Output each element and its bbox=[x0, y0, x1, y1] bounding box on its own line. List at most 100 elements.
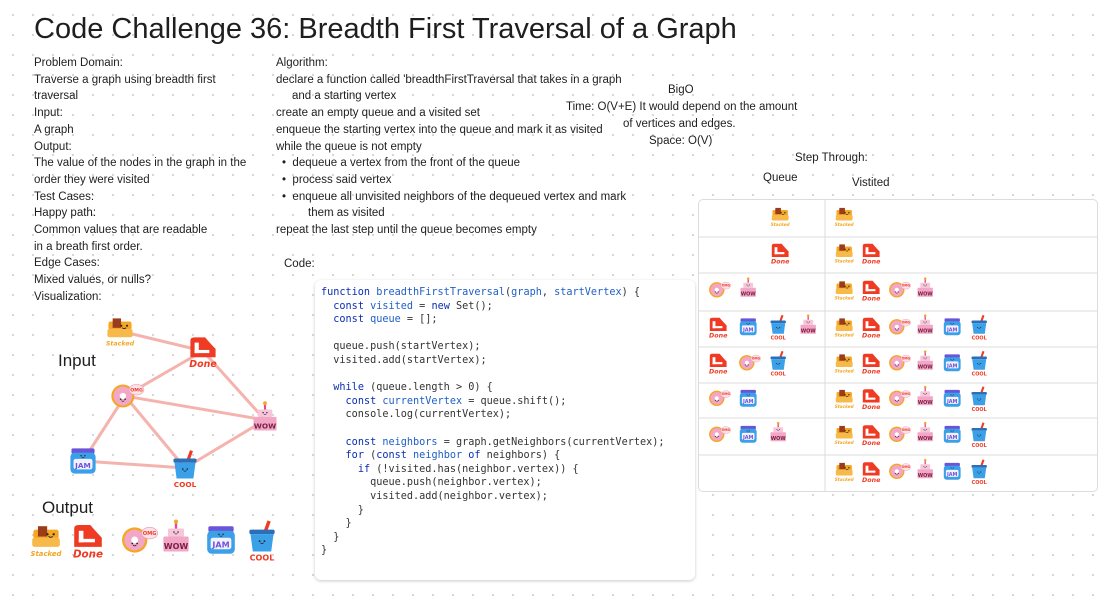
code-line: } bbox=[321, 504, 364, 516]
cool-icon: COOL bbox=[971, 314, 987, 341]
omg-icon: OMG bbox=[889, 318, 912, 335]
svg-text:Done: Done bbox=[862, 404, 881, 411]
stacked-icon: Stacked bbox=[835, 425, 855, 445]
stacked-icon: Stacked bbox=[31, 526, 62, 558]
svg-text:WOW: WOW bbox=[918, 328, 934, 334]
svg-text:JAM: JAM bbox=[946, 399, 958, 405]
svg-text:JAM: JAM bbox=[742, 435, 754, 441]
svg-text:COOL: COOL bbox=[771, 335, 786, 341]
omg-icon: OMG bbox=[709, 281, 732, 298]
algorithm-heading: Algorithm: bbox=[276, 57, 328, 69]
stacked-icon: Stacked bbox=[771, 207, 791, 227]
svg-text:COOL: COOL bbox=[250, 554, 275, 563]
step-row: Done JAM COOL WOW Stacked Done OMG WOW JAM COOL bbox=[709, 314, 987, 341]
svg-text:WOW: WOW bbox=[918, 364, 934, 370]
stacked-icon: Stacked bbox=[835, 244, 855, 264]
svg-text:COOL: COOL bbox=[771, 371, 786, 377]
graph-edge bbox=[123, 395, 187, 469]
svg-text:Stacked: Stacked bbox=[835, 333, 855, 338]
done-icon: Done bbox=[862, 462, 881, 484]
wow-icon: WOW bbox=[163, 519, 189, 552]
algorithm-bullet: • enqueue all unvisited neighbors of the… bbox=[282, 190, 627, 203]
svg-text:COOL: COOL bbox=[972, 407, 987, 413]
algorithm-bullet: • process said vertex bbox=[282, 173, 392, 186]
bigo-heading: BigO bbox=[668, 84, 694, 96]
step-row: Done OMG COOL Stacked Done OMG WOW JAM COOL bbox=[709, 350, 987, 377]
svg-text:JAM: JAM bbox=[946, 435, 958, 441]
step-row: Stacked Done OMG WOW JAM COOL bbox=[835, 458, 987, 486]
svg-text:Stacked: Stacked bbox=[835, 259, 855, 264]
code-line: queue.push(neighbor.vertex); bbox=[321, 477, 542, 489]
code-line: } bbox=[321, 518, 352, 530]
svg-text:OMG: OMG bbox=[902, 284, 911, 288]
code-line: const queue = []; bbox=[333, 314, 438, 326]
svg-text:OMG: OMG bbox=[722, 392, 731, 396]
code-line: const currentVertex = queue.shift(); bbox=[345, 395, 567, 407]
svg-text:WOW: WOW bbox=[918, 436, 934, 442]
svg-text:WOW: WOW bbox=[918, 473, 934, 479]
step-table-grid: Stacked Stacked Done Stacked Done OMG WOW Stack… bbox=[699, 200, 1097, 491]
graph-edge bbox=[82, 459, 186, 470]
svg-text:COOL: COOL bbox=[972, 335, 987, 341]
code-line: function breadthFirstTraversal(graph, st… bbox=[321, 287, 640, 298]
svg-text:JAM: JAM bbox=[74, 461, 91, 470]
done-icon: Done bbox=[709, 317, 728, 339]
omg-icon: OMG bbox=[889, 390, 912, 406]
step-row: OMG WOW Stacked Done OMG WOW bbox=[709, 277, 933, 302]
jam-icon: JAM bbox=[739, 389, 757, 407]
wow-icon: WOW bbox=[740, 277, 757, 297]
svg-text:Stacked: Stacked bbox=[31, 550, 62, 558]
svg-text:OMG: OMG bbox=[902, 428, 911, 432]
done-icon: Done bbox=[862, 353, 881, 375]
svg-text:Done: Done bbox=[862, 440, 881, 447]
svg-text:OMG: OMG bbox=[130, 387, 143, 393]
svg-text:Done: Done bbox=[862, 477, 881, 484]
svg-text:Stacked: Stacked bbox=[835, 477, 855, 482]
cool-icon: COOL bbox=[173, 450, 197, 489]
step-row: OMG JAM WOW Stacked Done OMG WOW JAM COOL bbox=[709, 421, 987, 449]
algorithm-line: enqueue the starting vertex into the que… bbox=[276, 123, 603, 136]
svg-text:WOW: WOW bbox=[918, 291, 934, 297]
cool-icon: COOL bbox=[770, 350, 786, 377]
graph-diagram: Stacked Done OMG WOW JAM COOL Stacked Done OMG WO… bbox=[31, 318, 277, 563]
algorithm-line: repeat the last step until the queue bec… bbox=[276, 224, 537, 237]
svg-text:WOW: WOW bbox=[741, 291, 757, 297]
wow-icon: WOW bbox=[800, 314, 817, 334]
bigo-time: Time: O(V+E) It would depend on the amou… bbox=[566, 101, 798, 113]
omg-icon: OMG bbox=[889, 463, 912, 479]
queue-label: Queue bbox=[763, 172, 798, 184]
algorithm-line: them as visited bbox=[308, 207, 385, 220]
svg-text:WOW: WOW bbox=[771, 436, 787, 442]
code-line: console.log(currentVertex); bbox=[321, 409, 512, 421]
svg-text:JAM: JAM bbox=[742, 327, 754, 333]
svg-text:COOL: COOL bbox=[174, 480, 197, 489]
jam-icon: JAM bbox=[943, 389, 961, 407]
code-line: for (const neighbor of neighbors) { bbox=[345, 450, 561, 462]
svg-text:COOL: COOL bbox=[972, 443, 987, 449]
code-line: while (queue.length > 0) { bbox=[333, 382, 493, 394]
code-line: queue.push(startVertex); bbox=[321, 341, 481, 353]
done-icon: Done bbox=[862, 243, 881, 265]
stacked-icon: Stacked bbox=[835, 281, 855, 301]
svg-text:Done: Done bbox=[709, 368, 728, 375]
svg-text:JAM: JAM bbox=[211, 540, 229, 549]
svg-text:Done: Done bbox=[73, 548, 103, 560]
code-block: function breadthFirstTraversal(graph, st… bbox=[315, 280, 695, 580]
svg-text:Stacked: Stacked bbox=[835, 404, 855, 409]
stacked-icon: Stacked bbox=[835, 462, 855, 482]
svg-text:Stacked: Stacked bbox=[771, 222, 791, 227]
svg-text:WOW: WOW bbox=[801, 328, 817, 334]
cool-icon: COOL bbox=[770, 314, 786, 341]
svg-text:Done: Done bbox=[862, 295, 881, 302]
omg-icon: OMG bbox=[111, 384, 145, 408]
wow-icon: WOW bbox=[917, 314, 934, 334]
svg-text:JAM: JAM bbox=[946, 363, 958, 369]
code-line: const neighbors = graph.getNeighbors(cur… bbox=[345, 436, 665, 448]
svg-text:Done: Done bbox=[709, 332, 728, 339]
stacked-icon: Stacked bbox=[835, 354, 855, 374]
omg-icon: OMG bbox=[709, 390, 732, 406]
svg-text:JAM: JAM bbox=[946, 472, 958, 478]
svg-text:Stacked: Stacked bbox=[835, 369, 855, 374]
jam-icon: JAM bbox=[943, 425, 961, 443]
